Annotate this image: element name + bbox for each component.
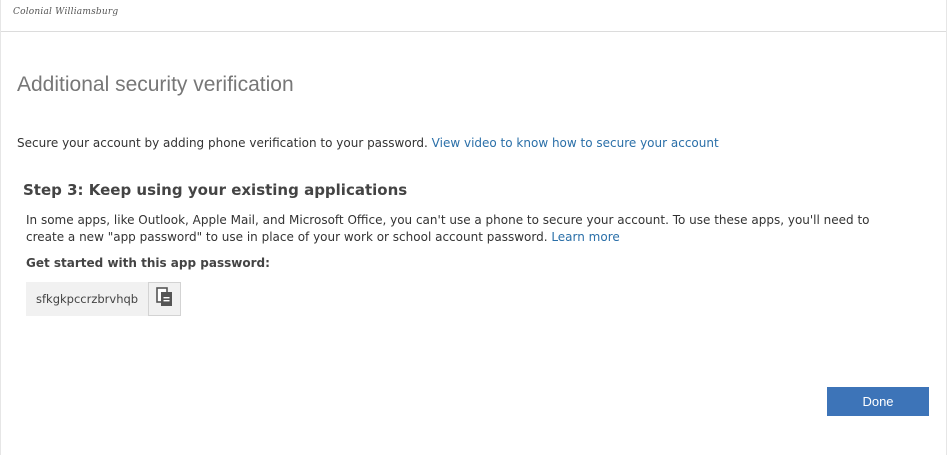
copy-icon bbox=[154, 286, 176, 312]
header: Colonial Williamsburg bbox=[1, 0, 946, 32]
logo: Colonial Williamsburg bbox=[13, 7, 119, 17]
app-password-value[interactable]: sfkgkpccrzbrvhqb bbox=[26, 282, 149, 316]
step-description-text: In some apps, like Outlook, Apple Mail, … bbox=[26, 213, 870, 244]
app-password-box: sfkgkpccrzbrvhqb bbox=[26, 282, 182, 316]
done-button[interactable]: Done bbox=[827, 387, 929, 416]
copy-password-button[interactable] bbox=[148, 282, 182, 316]
app-password-label: Get started with this app password: bbox=[26, 256, 270, 270]
learn-more-link[interactable]: Learn more bbox=[551, 230, 619, 244]
step-description: In some apps, like Outlook, Apple Mail, … bbox=[26, 212, 906, 246]
page: Colonial Williamsburg Additional securit… bbox=[0, 0, 947, 455]
secure-account-video-link[interactable]: View video to know how to secure your ac… bbox=[432, 136, 719, 150]
step-title: Step 3: Keep using your existing applica… bbox=[23, 181, 408, 199]
intro-text: Secure your account by adding phone veri… bbox=[17, 136, 719, 150]
page-title: Additional security verification bbox=[17, 73, 294, 96]
intro-description: Secure your account by adding phone veri… bbox=[17, 136, 432, 150]
